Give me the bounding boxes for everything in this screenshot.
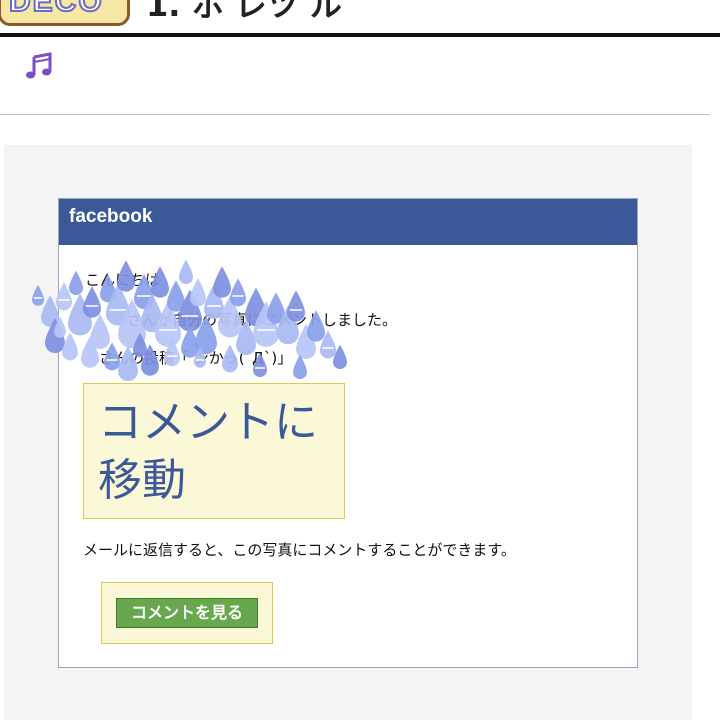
goto-comment-link[interactable]: コメントに移動 (83, 383, 345, 519)
facebook-header: facebook (59, 199, 637, 245)
view-comment-wrapper: コメントを見る (101, 582, 273, 644)
goto-comment-label: コメントに移動 (98, 397, 318, 506)
music-note-icon (26, 52, 52, 79)
comment-message: さんが自分の写真にコメントしました。 (127, 311, 398, 329)
deco-logo: DECO (0, 0, 130, 26)
reply-note: メールに返信すると、この写真にコメントすることができます。 (83, 541, 516, 559)
app-header: DECO 1. ホ レツ ル (0, 0, 720, 37)
greeting-text: こんにちは (85, 271, 161, 289)
deco-logo-text: DECO (8, 0, 104, 19)
facebook-email-card: facebook こんにちは さんが自分の写真にコメントしました。 さんの投稿「… (58, 198, 638, 668)
page-title: 1. ホ レツ ル (146, 0, 342, 24)
view-comment-button[interactable]: コメントを見る (116, 598, 258, 628)
facebook-brand: facebook (69, 206, 153, 227)
note-row (0, 37, 710, 115)
post-reference: さんの投稿「 ンかっ(´Д`)」 (99, 349, 293, 367)
